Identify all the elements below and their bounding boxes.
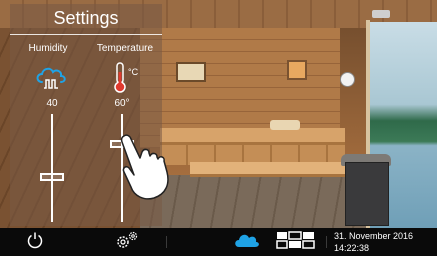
power-icon bbox=[26, 231, 44, 254]
wall-lamp bbox=[287, 60, 307, 80]
sauna-stove bbox=[345, 162, 389, 226]
power-button[interactable] bbox=[20, 228, 50, 256]
date-time-display: 31. November 2016 14:22:38 bbox=[334, 230, 413, 254]
ceiling-light bbox=[372, 10, 390, 18]
settings-gears-icon bbox=[114, 230, 140, 255]
climate-button[interactable] bbox=[230, 228, 262, 256]
humidity-cloud-icon bbox=[34, 64, 68, 95]
bar-divider bbox=[326, 236, 327, 248]
layout-button[interactable] bbox=[274, 228, 318, 256]
humidity-label: Humidity bbox=[28, 43, 68, 54]
temperature-label: Temperature bbox=[96, 43, 154, 54]
humidity-slider-track[interactable] bbox=[51, 114, 53, 222]
wall-clock bbox=[340, 72, 355, 87]
pointing-hand-icon bbox=[118, 132, 198, 207]
bar-divider bbox=[166, 236, 167, 248]
cloud-icon bbox=[233, 231, 259, 254]
time-text: 14:22:38 bbox=[334, 243, 370, 253]
wall-picture bbox=[176, 62, 206, 82]
humidity-slider-thumb[interactable] bbox=[40, 173, 64, 181]
thermometer-icon bbox=[113, 62, 127, 99]
lower-bench bbox=[190, 162, 360, 177]
temperature-value: 60° bbox=[114, 98, 130, 109]
humidity-value: 40 bbox=[46, 98, 58, 109]
towel bbox=[270, 120, 300, 130]
date-text: 31. November 2016 bbox=[334, 231, 414, 241]
title-divider bbox=[10, 34, 162, 35]
settings-title: Settings bbox=[53, 8, 119, 28]
settings-button[interactable] bbox=[110, 228, 144, 256]
temperature-unit: °C bbox=[128, 67, 139, 77]
grid-layout-icon bbox=[276, 230, 316, 254]
touchscreen: Settings Humidity Temperature °C 40 60° bbox=[0, 0, 437, 256]
